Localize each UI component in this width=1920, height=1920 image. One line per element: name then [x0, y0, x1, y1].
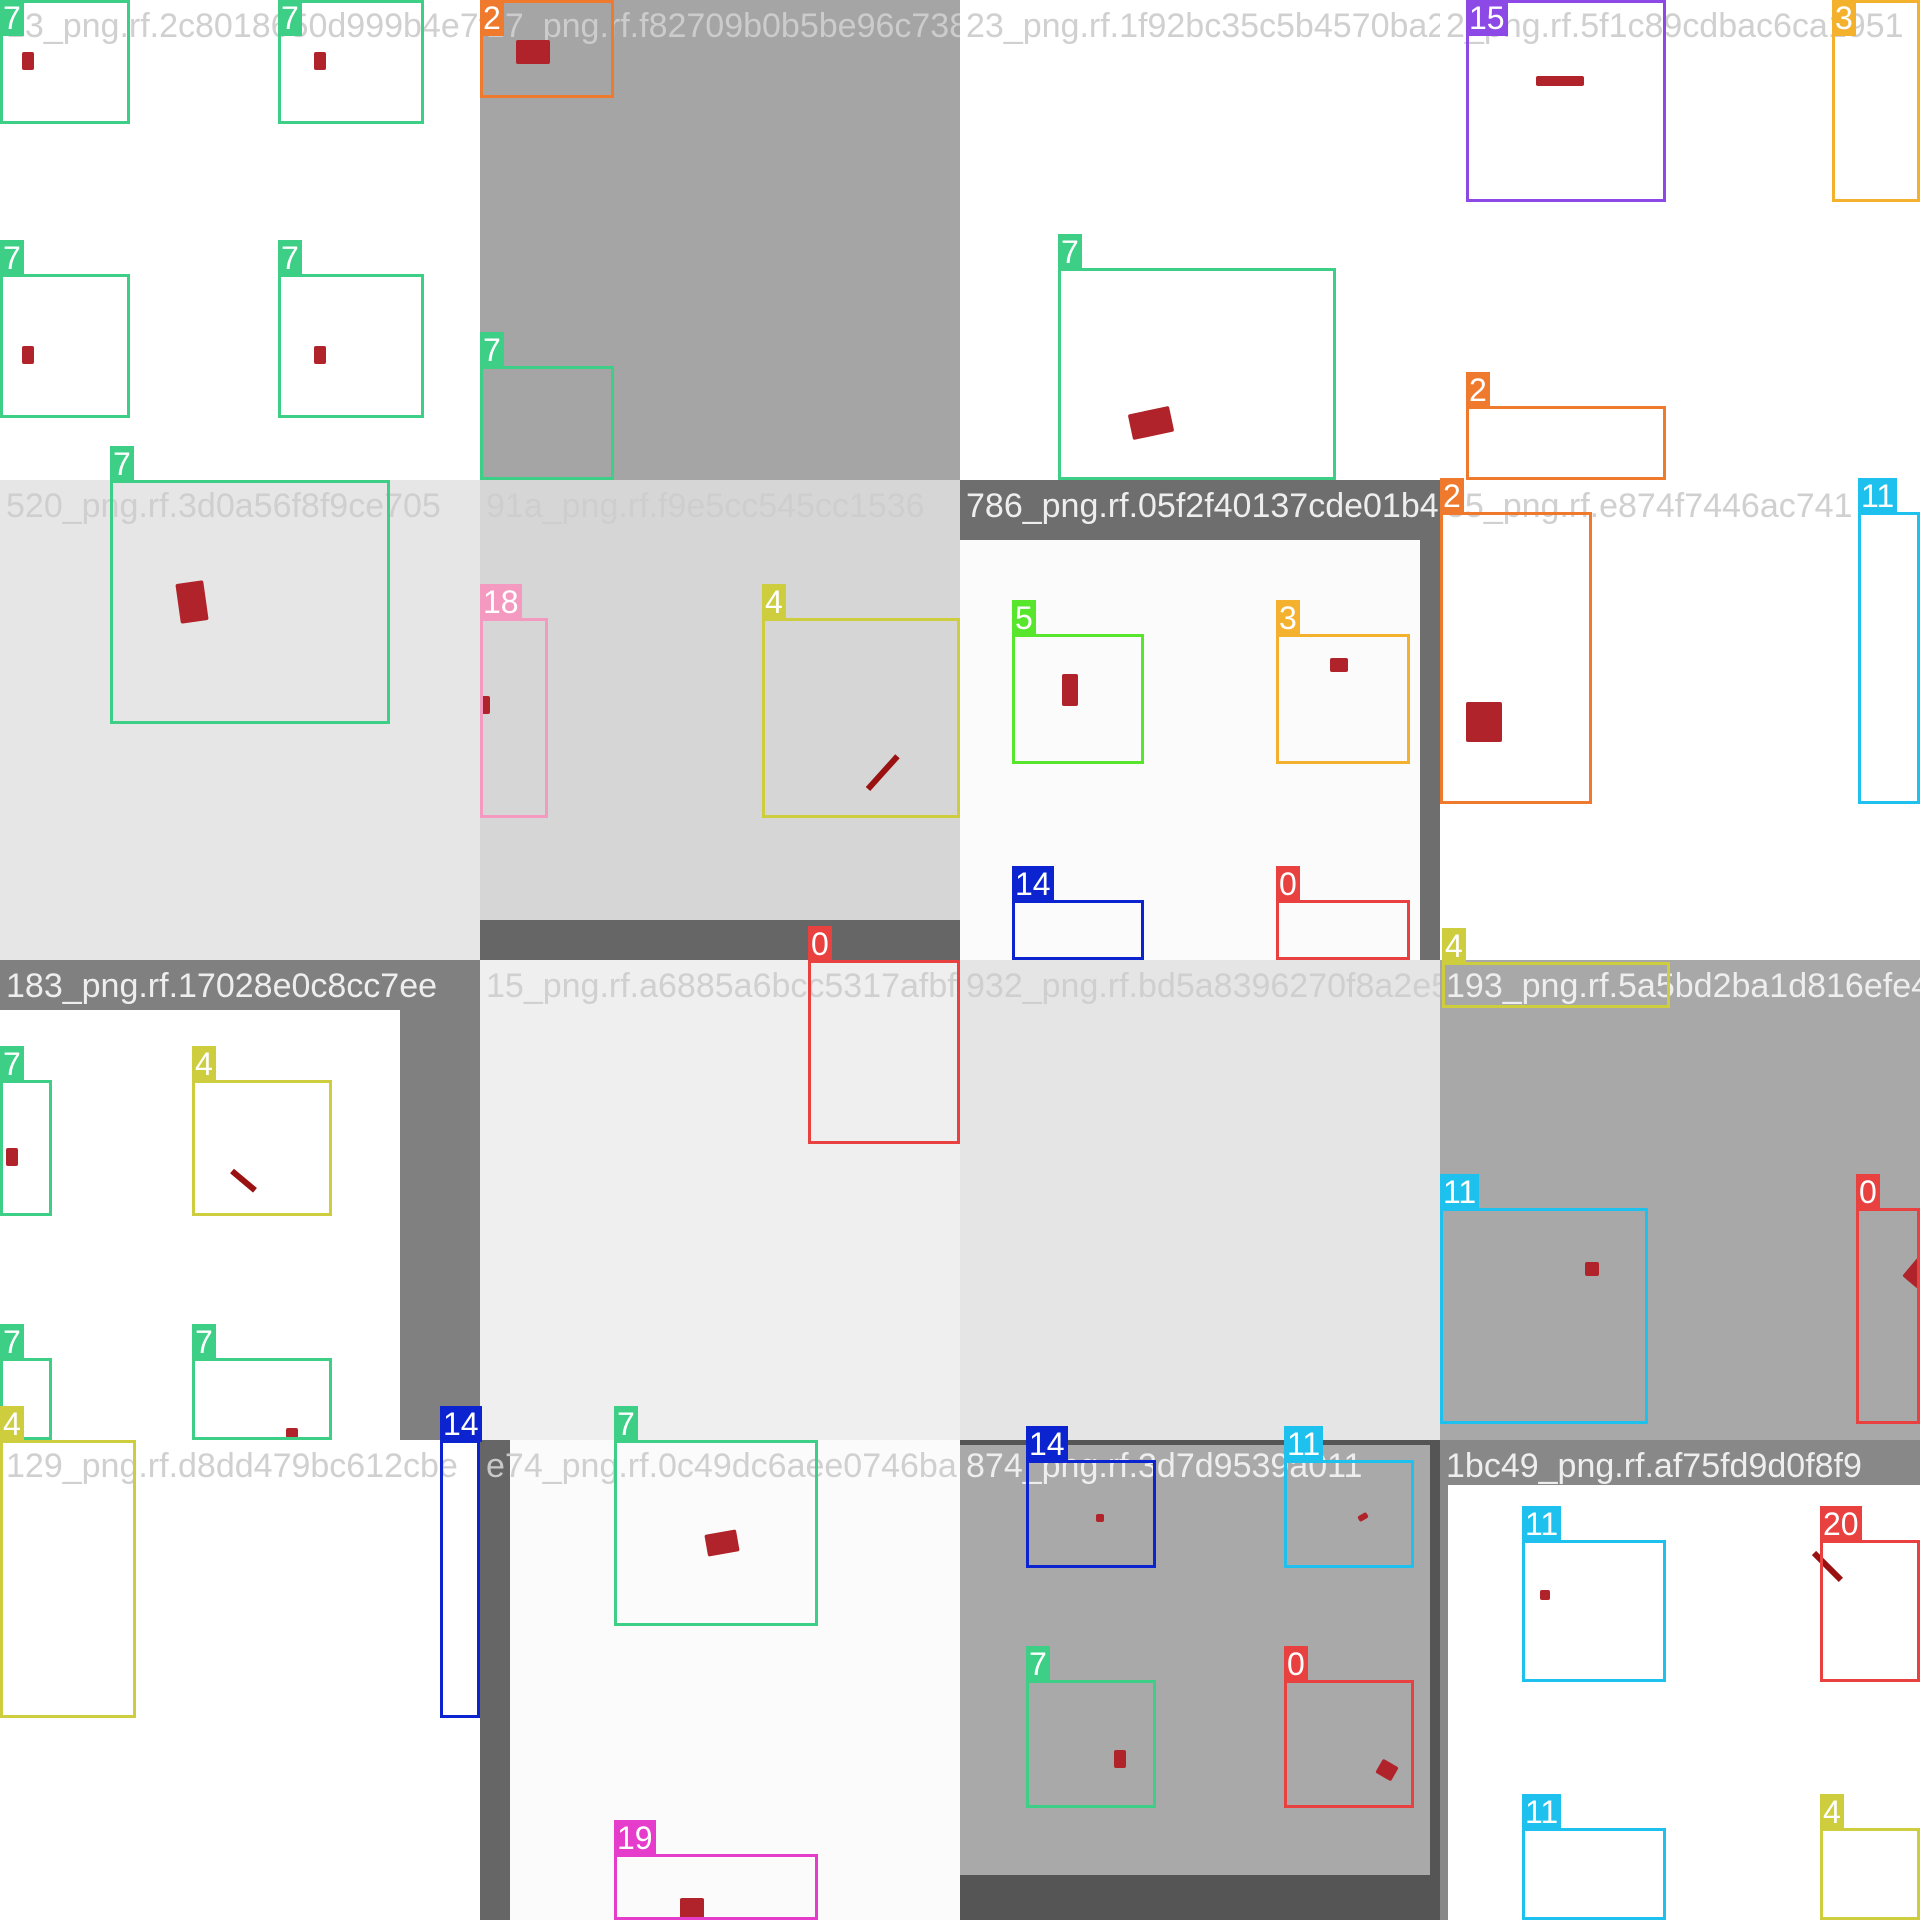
detection-class-label: 14 [1026, 1426, 1068, 1462]
detection-class-label: 7 [0, 1046, 24, 1082]
detection-box [1284, 1680, 1414, 1808]
detection-class-label: 20 [1820, 1506, 1862, 1542]
detection-class-label: 0 [1276, 866, 1300, 902]
detection-box [192, 1080, 332, 1216]
detection-class-label: 0 [1856, 1174, 1880, 1210]
detection-box [1442, 962, 1670, 1008]
tile-filename-caption: 932_png.rf.bd5a8396270f8a2e5 [966, 967, 1440, 1005]
detection-class-label: 19 [614, 1820, 656, 1856]
detection-box [278, 274, 424, 418]
detection-box [1058, 268, 1336, 480]
detection-class-label: 7 [278, 240, 302, 276]
detection-box [110, 480, 390, 724]
tile-filename-caption: 23_png.rf.1f92bc35c5b4570ba21f9f75f1f09d [966, 7, 1440, 45]
detection-class-label: 4 [192, 1046, 216, 1082]
detection-box [1858, 512, 1920, 804]
tile-background [960, 960, 1440, 1440]
detection-box [808, 960, 960, 1144]
detection-class-label: 2 [1466, 372, 1490, 408]
detection-class-label: 5 [1012, 600, 1036, 636]
detection-class-label: 2 [1440, 478, 1464, 514]
detection-class-label: 15 [1466, 0, 1508, 36]
tile-background [480, 920, 960, 960]
detection-box [1522, 1540, 1666, 1682]
detection-class-label: 2 [480, 0, 504, 36]
mosaic-tile: 932_png.rf.bd5a8396270f8a2e5 [960, 960, 1440, 1440]
detection-class-label: 18 [480, 584, 522, 620]
detection-class-label: 3 [1276, 600, 1300, 636]
detection-box [1012, 900, 1144, 960]
detection-box [1026, 1680, 1156, 1808]
detection-class-label: 11 [1440, 1174, 1480, 1210]
detection-class-label: 7 [278, 0, 302, 36]
detection-box [1276, 900, 1410, 960]
detection-box [0, 1440, 136, 1718]
detection-box [0, 1080, 52, 1216]
detection-class-label: 4 [1820, 1794, 1844, 1830]
detection-class-label: 11 [1284, 1426, 1324, 1462]
detection-class-label: 11 [1522, 1506, 1562, 1542]
tile-filename-caption: 183_png.rf.17028e0c8cc7ee [6, 967, 438, 1005]
detection-box [1466, 406, 1666, 480]
detection-class-label: 14 [440, 1406, 482, 1442]
detection-box [1820, 1540, 1920, 1682]
detection-class-label: 3 [1832, 0, 1856, 36]
detection-class-label: 4 [0, 1406, 24, 1442]
detection-box [1856, 1208, 1920, 1424]
detection-box [480, 618, 548, 818]
detection-class-label: 0 [1284, 1646, 1308, 1682]
detection-class-label: 7 [0, 1324, 24, 1360]
detection-class-label: 7 [192, 1324, 216, 1360]
detection-box [1440, 512, 1592, 804]
detection-class-label: 11 [1858, 478, 1898, 514]
detection-box [1440, 1208, 1648, 1424]
tile-filename-caption: 1bc49_png.rf.af75fd9d0f8f9 [1446, 1447, 1862, 1485]
detection-box [1820, 1828, 1920, 1920]
detection-box [0, 274, 130, 418]
detection-box [1276, 634, 1410, 764]
tile-filename-caption: 786_png.rf.05f2f40137cde01b490 [966, 487, 1440, 525]
detection-class-label: 14 [1012, 866, 1054, 902]
detection-class-label: 7 [0, 240, 24, 276]
mosaic-grid: 13_png.rf.2c8018650d999b4e7f00c4f4f70290… [0, 0, 1920, 1920]
detection-class-label: 7 [1026, 1646, 1050, 1682]
detection-box [762, 618, 960, 818]
detection-class-label: 11 [1522, 1794, 1562, 1830]
detection-box [192, 1358, 332, 1440]
detection-box [614, 1854, 818, 1920]
detection-class-label: 4 [1442, 928, 1466, 964]
detection-class-label: 7 [1058, 234, 1082, 270]
detection-box [440, 1440, 480, 1718]
detection-class-label: 7 [110, 446, 134, 482]
detection-class-label: 7 [480, 332, 504, 368]
detection-box [1522, 1828, 1666, 1920]
detection-box [1026, 1460, 1156, 1568]
detection-class-label: 0 [808, 926, 832, 962]
detection-box [614, 1440, 818, 1626]
detection-class-label: 7 [0, 0, 24, 36]
tile-filename-caption: 91a_png.rf.f9e5cc545cc1536 [486, 487, 925, 525]
detection-box [480, 366, 614, 480]
detection-class-label: 4 [762, 584, 786, 620]
detection-class-label: 7 [614, 1406, 638, 1442]
detection-box [1012, 634, 1144, 764]
detection-box [1284, 1460, 1414, 1568]
